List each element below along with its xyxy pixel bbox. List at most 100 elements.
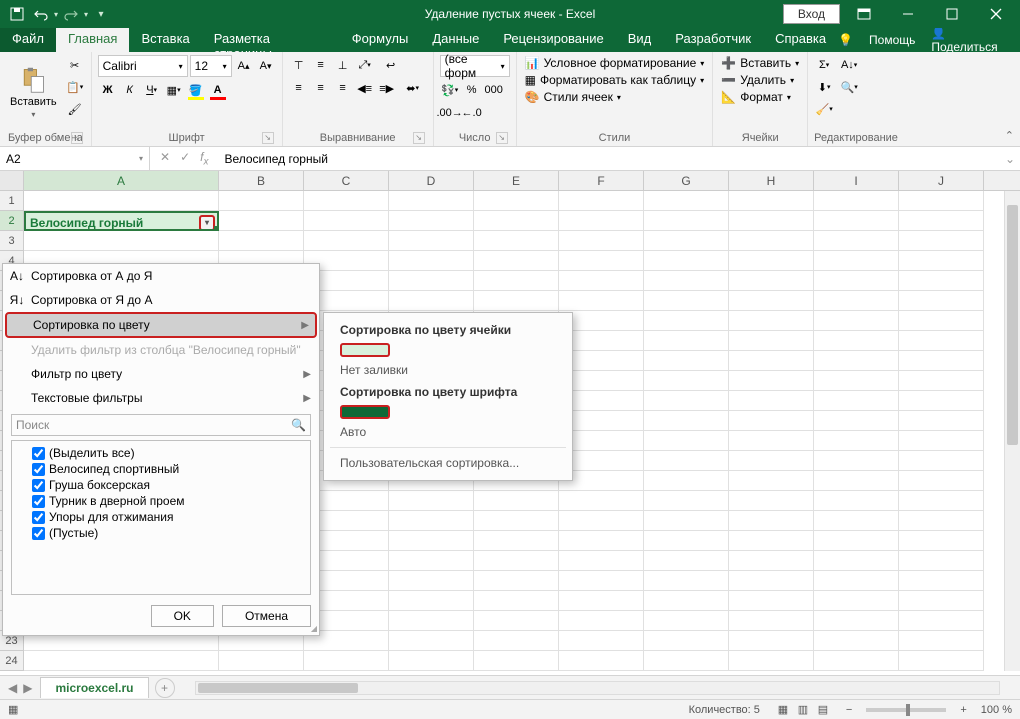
cell[interactable] [559, 591, 644, 611]
cell[interactable] [729, 571, 814, 591]
cell[interactable] [559, 551, 644, 571]
cell[interactable] [899, 651, 984, 671]
filter-checkbox[interactable] [32, 511, 45, 524]
cell[interactable] [729, 511, 814, 531]
bold-button[interactable]: Ж [98, 80, 118, 100]
cell[interactable] [559, 291, 644, 311]
fx-icon[interactable]: fx [200, 150, 208, 167]
cell[interactable] [644, 571, 729, 591]
align-center-icon[interactable]: ≡ [311, 78, 331, 98]
formula-input[interactable]: Велосипед горный [218, 152, 1000, 166]
cell[interactable] [814, 551, 899, 571]
cell[interactable] [814, 571, 899, 591]
cell[interactable] [814, 511, 899, 531]
filter-checkbox[interactable] [32, 527, 45, 540]
cell[interactable] [559, 611, 644, 631]
expand-formula-bar-icon[interactable]: ⌄ [1000, 152, 1020, 166]
tab-view[interactable]: Вид [616, 28, 664, 52]
cancel-formula-icon[interactable]: ✕ [160, 150, 170, 167]
ok-button[interactable]: OK [151, 605, 214, 627]
cell[interactable] [559, 491, 644, 511]
cell[interactable] [644, 331, 729, 351]
cell[interactable] [219, 191, 304, 211]
cell[interactable] [899, 491, 984, 511]
col-header-G[interactable]: G [644, 171, 729, 190]
cell[interactable] [814, 631, 899, 651]
cell[interactable] [814, 351, 899, 371]
alignment-launcher[interactable]: ↘ [413, 132, 425, 144]
maximize-icon[interactable] [932, 0, 972, 28]
cell[interactable] [389, 511, 474, 531]
zoom-slider[interactable] [866, 708, 946, 712]
filter-dropdown-button[interactable] [199, 215, 215, 231]
cell[interactable] [899, 411, 984, 431]
filter-checkbox[interactable] [32, 447, 45, 460]
cell[interactable] [899, 251, 984, 271]
sheet-nav-prev-icon[interactable]: ◀ [8, 681, 17, 695]
row-header-2[interactable]: 2 [0, 211, 24, 231]
cell[interactable] [474, 591, 559, 611]
cell[interactable] [219, 651, 304, 671]
align-top-icon[interactable]: ⊤ [289, 55, 309, 75]
col-header-I[interactable]: I [814, 171, 899, 190]
cell[interactable] [729, 531, 814, 551]
cell[interactable] [644, 351, 729, 371]
cell[interactable] [389, 531, 474, 551]
increase-decimal-icon[interactable]: .00→ [440, 103, 460, 123]
no-fill-item[interactable]: Нет заливки [324, 359, 572, 381]
tab-data[interactable]: Данные [420, 28, 491, 52]
cell[interactable] [729, 291, 814, 311]
cell[interactable] [899, 351, 984, 371]
cell[interactable] [899, 391, 984, 411]
cell[interactable] [474, 231, 559, 251]
collapse-ribbon-icon[interactable]: ⌃ [1005, 129, 1014, 142]
cell[interactable] [899, 591, 984, 611]
cell[interactable] [559, 211, 644, 231]
comma-icon[interactable]: 000 [484, 80, 504, 100]
cell[interactable] [389, 591, 474, 611]
cell[interactable] [729, 631, 814, 651]
cell[interactable] [389, 251, 474, 271]
help-link[interactable]: Помощь [869, 33, 915, 47]
decrease-font-icon[interactable]: A▾ [256, 56, 276, 76]
cell[interactable] [899, 631, 984, 651]
share-button[interactable]: 👤 Поделиться [931, 26, 1010, 54]
cell[interactable] [814, 291, 899, 311]
cell[interactable] [644, 371, 729, 391]
cell[interactable] [474, 491, 559, 511]
increase-font-icon[interactable]: A▴ [234, 56, 254, 76]
cell[interactable] [729, 271, 814, 291]
cell[interactable] [389, 271, 474, 291]
cell[interactable] [729, 411, 814, 431]
tell-me-icon[interactable]: 💡 [838, 33, 853, 47]
sort-az-item[interactable]: A↓Сортировка от А до Я [3, 264, 319, 288]
custom-sort-item[interactable]: Пользовательская сортировка... [324, 452, 572, 474]
cell[interactable] [814, 591, 899, 611]
cell[interactable] [899, 431, 984, 451]
cell[interactable] [729, 651, 814, 671]
filter-value-item[interactable]: (Пустые) [16, 525, 306, 541]
filter-value-item[interactable]: Груша боксерская [16, 477, 306, 493]
cell[interactable] [219, 211, 304, 231]
cell[interactable] [389, 491, 474, 511]
sort-filter-icon[interactable]: A↓▾ [836, 55, 862, 75]
sort-by-color-item[interactable]: Сортировка по цвету▶ [5, 312, 317, 338]
qat-customize-icon[interactable]: ▾ [90, 3, 112, 25]
cell[interactable] [644, 251, 729, 271]
number-format-combo[interactable]: (все форм▾ [440, 55, 510, 77]
col-header-F[interactable]: F [559, 171, 644, 190]
cell[interactable] [814, 371, 899, 391]
cell[interactable] [899, 291, 984, 311]
decrease-decimal-icon[interactable]: ←.0 [462, 103, 482, 123]
col-header-J[interactable]: J [899, 171, 984, 190]
cell[interactable] [899, 371, 984, 391]
cell[interactable] [389, 191, 474, 211]
cell[interactable] [899, 511, 984, 531]
cell[interactable] [814, 611, 899, 631]
cell[interactable] [814, 531, 899, 551]
tab-insert[interactable]: Вставка [129, 28, 201, 52]
increase-indent-icon[interactable]: ≡▶ [377, 78, 397, 98]
cell[interactable] [729, 251, 814, 271]
horizontal-scrollbar[interactable] [195, 681, 1000, 695]
cell-styles-button[interactable]: 🎨Стили ячеек▾ [523, 89, 707, 105]
